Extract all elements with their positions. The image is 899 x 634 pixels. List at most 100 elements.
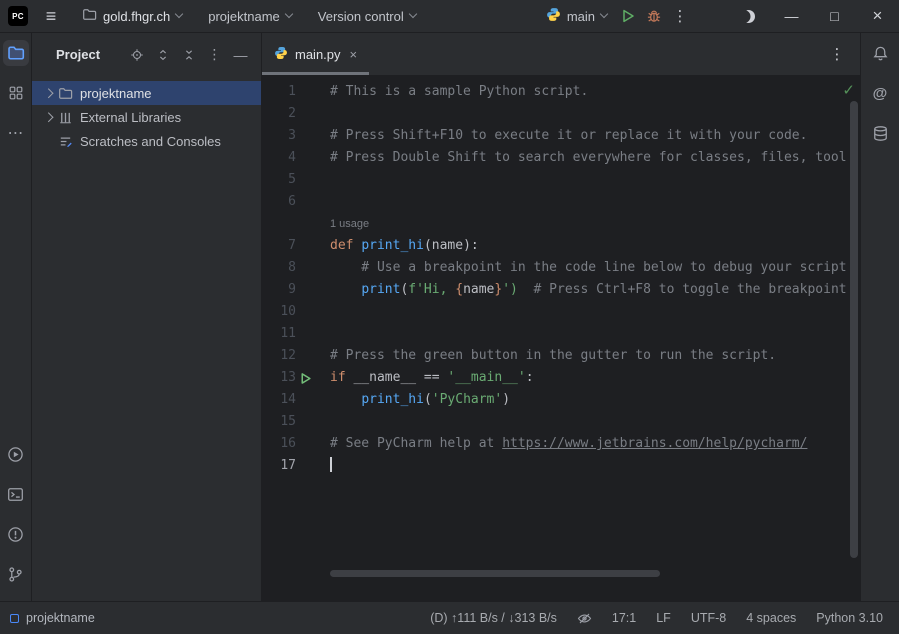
code-line-16[interactable]: 16# See PyCharm help at https://www.jetb…	[262, 433, 860, 455]
code-line-3[interactable]: 3# Press Shift+F10 to execute it or repl…	[262, 125, 860, 147]
gutter[interactable]: 16	[262, 433, 330, 455]
tree-item-external-libraries[interactable]: External Libraries	[32, 105, 261, 129]
scratches-icon	[58, 134, 80, 149]
tree-item-projektname[interactable]: projektname	[32, 81, 261, 105]
gutter[interactable]: 1	[262, 81, 330, 103]
close-button[interactable]: ×	[856, 0, 899, 33]
tool-window-run-button[interactable]	[3, 441, 29, 467]
branch-selector[interactable]: main	[538, 3, 615, 29]
run-configuration-selector[interactable]: projektname	[200, 3, 300, 29]
code-line-1[interactable]: 1# This is a sample Python script.	[262, 81, 860, 103]
gutter[interactable]: 6	[262, 191, 330, 213]
hide-panel-button[interactable]: —	[230, 44, 251, 65]
vertical-scrollbar[interactable]	[850, 101, 858, 558]
tool-window-terminal-button[interactable]	[3, 481, 29, 507]
code-line-4[interactable]: 4# Press Double Shift to search everywhe…	[262, 147, 860, 169]
editor-options-button[interactable]: ⋮	[824, 41, 850, 67]
gutter[interactable]: 15	[262, 411, 330, 433]
code-line-12[interactable]: 12# Press the green button in the gutter…	[262, 345, 860, 367]
statusbar-project-widget[interactable]: projektname	[10, 611, 95, 625]
project-selector[interactable]: gold.fhgr.ch	[74, 3, 190, 29]
statusbar-indent[interactable]: 4 spaces	[746, 611, 796, 625]
gutter[interactable]: 10	[262, 301, 330, 323]
code-line-17[interactable]: 17	[262, 455, 860, 477]
gutter[interactable]: 5	[262, 169, 330, 191]
horizontal-scrollbar[interactable]	[330, 570, 660, 577]
main-menu-button[interactable]: ≡	[38, 3, 64, 29]
code-text	[330, 103, 860, 125]
tool-window-project-button[interactable]	[3, 40, 29, 66]
statusbar-network-speed[interactable]: (D) ↑111 B/s / ↓313 B/s	[430, 611, 557, 625]
gutter[interactable]	[262, 213, 330, 235]
code-text	[330, 411, 860, 433]
gutter[interactable]: 17	[262, 455, 330, 477]
minimize-button[interactable]: —	[770, 0, 813, 33]
statusbar-line-separator[interactable]: LF	[656, 611, 671, 625]
code-line-8[interactable]: 8 # Use a breakpoint in the code line be…	[262, 257, 860, 279]
gutter[interactable]: 2	[262, 103, 330, 125]
tool-window-version-control-button[interactable]	[3, 561, 29, 587]
close-tab-icon[interactable]: ×	[350, 47, 358, 62]
run-button[interactable]	[615, 3, 641, 29]
tool-window-problems-button[interactable]	[3, 521, 29, 547]
branch-label: main	[567, 9, 595, 24]
more-actions-button[interactable]: ⋮	[667, 3, 693, 29]
expand-all-button[interactable]	[152, 44, 173, 65]
chevron-right-icon[interactable]	[42, 114, 58, 121]
statusbar-project-label: projektname	[26, 611, 95, 625]
panel-options-button[interactable]: ⋮	[204, 44, 225, 65]
code-line-7[interactable]: 7def print_hi(name):	[262, 235, 860, 257]
moon-button[interactable]	[727, 0, 770, 33]
collapse-all-button[interactable]	[178, 44, 199, 65]
editor-tab-bar: main.py × ⋮	[262, 33, 860, 76]
code-text	[330, 191, 860, 213]
line-number: 11	[262, 323, 296, 345]
statusbar-encoding[interactable]: UTF-8	[691, 611, 726, 625]
statusbar-interpreter[interactable]: Python 3.10	[816, 611, 883, 625]
run-line-icon[interactable]	[299, 371, 313, 385]
code-line-9[interactable]: 9 print(f'Hi, {name}') # Press Ctrl+F8 t…	[262, 279, 860, 301]
project-tree: projektnameExternal LibrariesScratches a…	[32, 76, 261, 153]
gutter[interactable]: 8	[262, 257, 330, 279]
ai-assistant-button[interactable]: @	[867, 80, 893, 106]
database-button[interactable]	[867, 120, 893, 146]
code-line-15[interactable]: 15	[262, 411, 860, 433]
gutter[interactable]: 11	[262, 323, 330, 345]
code-line-11[interactable]: 11	[262, 323, 860, 345]
notifications-button[interactable]	[867, 40, 893, 66]
tool-window-structure-button[interactable]	[3, 80, 29, 106]
code-line-13[interactable]: 13if __name__ == '__main__':	[262, 367, 860, 389]
gutter[interactable]: 12	[262, 345, 330, 367]
code-line-2[interactable]: 2	[262, 103, 860, 125]
statusbar-caret-position[interactable]: 17:1	[612, 611, 636, 625]
pycharm-logo-icon[interactable]: PC	[8, 6, 28, 26]
tab-main-py[interactable]: main.py ×	[262, 33, 369, 75]
code-line-6[interactable]: 6	[262, 191, 860, 213]
editor[interactable]: 1# This is a sample Python script.23# Pr…	[262, 76, 860, 601]
gutter[interactable]: 13	[262, 367, 330, 389]
version-control-selector[interactable]: Version control	[310, 3, 424, 29]
locate-file-button[interactable]	[126, 44, 147, 65]
statusbar-highlighting-toggle[interactable]	[577, 611, 592, 626]
gutter[interactable]: 7	[262, 235, 330, 257]
gutter[interactable]: 14	[262, 389, 330, 411]
code-text: print_hi('PyCharm')	[330, 389, 860, 411]
gutter[interactable]: 4	[262, 147, 330, 169]
chevron-right-icon[interactable]	[42, 90, 58, 97]
gutter[interactable]: 9	[262, 279, 330, 301]
chevron-down-icon	[409, 10, 417, 18]
maximize-button[interactable]: □	[813, 0, 856, 33]
code-line-5[interactable]: 5	[262, 169, 860, 191]
code-line-14[interactable]: 14 print_hi('PyCharm')	[262, 389, 860, 411]
inspections-ok-icon[interactable]: ✓	[842, 81, 855, 99]
project-folder-icon	[7, 44, 25, 62]
code-line-10[interactable]: 10	[262, 301, 860, 323]
code-text	[330, 323, 860, 345]
line-number: 7	[262, 235, 296, 257]
moon-icon	[742, 10, 755, 23]
tree-item-scratches-and-consoles[interactable]: Scratches and Consoles	[32, 129, 261, 153]
gutter[interactable]: 3	[262, 125, 330, 147]
inlay-hint-row[interactable]: 1 usage	[262, 213, 860, 235]
debug-button[interactable]	[641, 3, 667, 29]
more-tool-windows-button[interactable]: ⋯	[3, 120, 29, 146]
